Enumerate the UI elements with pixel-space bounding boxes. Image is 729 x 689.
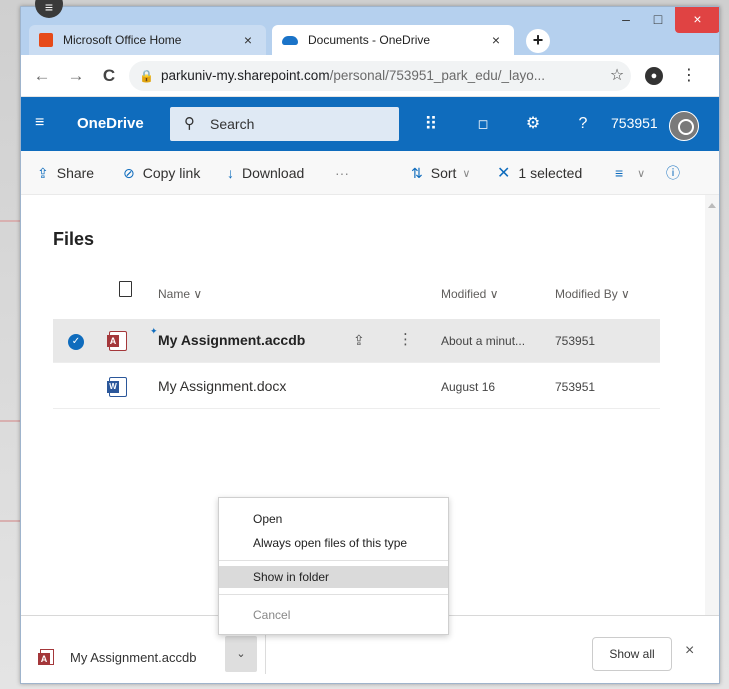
file-modified-by: 753951 [555, 334, 596, 348]
column-header-row: Name ∨ Modified ∨ Modified By ∨ [53, 279, 660, 311]
copy-link-label: Copy link [142, 165, 201, 181]
link-icon: ⊘ [123, 164, 135, 181]
maximize-button[interactable]: □ [641, 7, 675, 33]
profile-icon[interactable]: ● [645, 67, 663, 85]
lock-icon: 🔒 [139, 69, 154, 83]
desktop-decoration [0, 420, 20, 422]
access-file-icon [107, 331, 127, 351]
command-bar: ⇪ Share ⊘ Copy link ↓ Download ··· ⇅ Sor… [21, 151, 719, 195]
sort-button[interactable]: ⇅ Sort ∨ [411, 163, 470, 183]
new-file-icon: ✦ [150, 326, 158, 336]
close-shelf-icon[interactable]: × [685, 642, 694, 660]
show-all-button[interactable]: Show all [592, 637, 672, 671]
url-path: /personal/753951_park_edu/_layo... [329, 68, 545, 83]
file-modified-by: 753951 [555, 380, 596, 394]
menu-item-show-in-folder[interactable]: Show in folder [219, 566, 448, 588]
download-button[interactable]: ↓ Download [227, 163, 304, 183]
tab-close-icon[interactable]: × [240, 32, 256, 48]
menu-divider [219, 560, 448, 561]
bookmark-star-icon[interactable]: ☆ [605, 61, 629, 91]
word-file-icon [107, 377, 127, 397]
column-modified-by-label: Modified By [555, 287, 618, 301]
share-icon: ⇪ [37, 164, 49, 181]
menu-item-open[interactable]: Open [219, 508, 448, 530]
url-host: parkuniv-my.sharepoint.com [161, 68, 330, 83]
tab-label: Microsoft Office Home [63, 33, 182, 47]
search-icon: ⚲ [184, 115, 195, 132]
window-close-button[interactable]: × [675, 7, 719, 33]
menu-item-cancel[interactable]: Cancel [219, 604, 448, 626]
tab-office-home[interactable]: Microsoft Office Home × [29, 25, 266, 55]
access-file-icon [38, 649, 54, 665]
more-actions-icon[interactable]: ⋮ [398, 330, 413, 348]
new-tab-button[interactable]: + [526, 29, 550, 53]
column-modified[interactable]: Modified ∨ [441, 287, 498, 301]
app-menu-icon[interactable]: ≡ [35, 115, 51, 131]
copy-link-button[interactable]: ⊘ Copy link [123, 163, 200, 183]
column-name[interactable]: Name ∨ [158, 287, 202, 301]
file-name[interactable]: My Assignment.accdb [158, 332, 305, 348]
chevron-down-icon: ∨ [462, 167, 471, 180]
browser-menu-icon[interactable]: ⋮ [681, 63, 697, 89]
url-field[interactable]: 🔒 parkuniv-my.sharepoint.com/personal/75… [129, 61, 631, 91]
tab-label: Documents - OneDrive [308, 33, 431, 47]
back-icon[interactable]: ← [31, 65, 53, 87]
more-commands-button[interactable]: ··· [335, 163, 349, 183]
selected-count: 1 selected [518, 165, 583, 181]
file-modified: August 16 [441, 380, 496, 394]
download-options-button[interactable]: ⌄ [225, 636, 257, 672]
forward-icon[interactable]: → [65, 65, 87, 87]
tab-strip: Microsoft Office Home × Documents - OneD… [21, 7, 719, 55]
scroll-up-arrow-icon[interactable] [708, 203, 716, 208]
desktop-decoration [0, 520, 20, 522]
file-name[interactable]: My Assignment.docx [158, 378, 286, 394]
minimize-button[interactable]: – [609, 7, 643, 33]
menu-item-always-open[interactable]: Always open files of this type [219, 532, 448, 554]
onedrive-header: ≡ OneDrive ⚲ Search ⠿ ◻ ⚙ ? 753951 [21, 97, 719, 151]
vertical-scrollbar[interactable] [705, 195, 719, 615]
table-row[interactable]: My Assignment.docx August 16 753951 [53, 365, 660, 409]
download-icon: ↓ [227, 165, 234, 181]
app-launcher-icon[interactable]: ⠿ [419, 113, 443, 135]
selection-status[interactable]: ✕ 1 selected [497, 163, 582, 183]
row-checkbox[interactable]: ✓ [68, 334, 84, 350]
tab-onedrive-documents[interactable]: Documents - OneDrive × [272, 25, 514, 55]
avatar[interactable] [669, 111, 699, 141]
sort-label: Sort [430, 165, 457, 181]
help-icon[interactable]: ? [571, 113, 595, 135]
notifications-bell-icon[interactable]: ◻ [471, 113, 495, 135]
user-id-label[interactable]: 753951 [611, 115, 658, 131]
table-row[interactable]: ✓ ✦ My Assignment.accdb ⇪ ⋮ About a minu… [53, 319, 660, 363]
onedrive-brand[interactable]: OneDrive [77, 115, 144, 132]
file-modified: About a minut... [441, 334, 526, 348]
chevron-down-icon: ∨ [637, 167, 646, 180]
sort-icon: ⇅ [411, 164, 423, 181]
office-icon [39, 33, 53, 47]
share-icon[interactable]: ⇪ [353, 332, 365, 349]
clear-selection-icon[interactable]: ✕ [497, 163, 510, 183]
settings-gear-icon[interactable]: ⚙ [521, 113, 545, 135]
download-context-menu: Open Always open files of this type Show… [218, 497, 449, 635]
search-placeholder: Search [210, 116, 255, 132]
view-list-icon: ≡ [615, 165, 624, 181]
browser-window: Microsoft Office Home × Documents - OneD… [20, 6, 720, 684]
onedrive-cloud-icon [282, 35, 298, 45]
file-type-icon[interactable] [119, 281, 132, 297]
page-title: Files [53, 229, 95, 249]
column-name-label: Name [158, 287, 191, 301]
search-input[interactable]: ⚲ Search [170, 107, 399, 141]
menu-divider [219, 594, 448, 595]
desktop-decoration [0, 220, 20, 222]
view-options-button[interactable]: ≡ ∨ [615, 163, 645, 183]
column-modified-by[interactable]: Modified By ∨ [555, 287, 630, 301]
tab-close-icon[interactable]: × [488, 32, 504, 48]
download-label: Download [242, 165, 305, 181]
address-bar-row: ← → C 🔒 parkuniv-my.sharepoint.com/perso… [21, 55, 719, 97]
info-pane-icon[interactable]: ⓘ [666, 163, 680, 183]
share-button[interactable]: ⇪ Share [37, 163, 94, 183]
share-label: Share [56, 165, 95, 181]
column-modified-label: Modified [441, 287, 487, 301]
reload-icon[interactable]: C [98, 65, 120, 87]
download-file-name[interactable]: My Assignment.accdb [70, 650, 196, 665]
